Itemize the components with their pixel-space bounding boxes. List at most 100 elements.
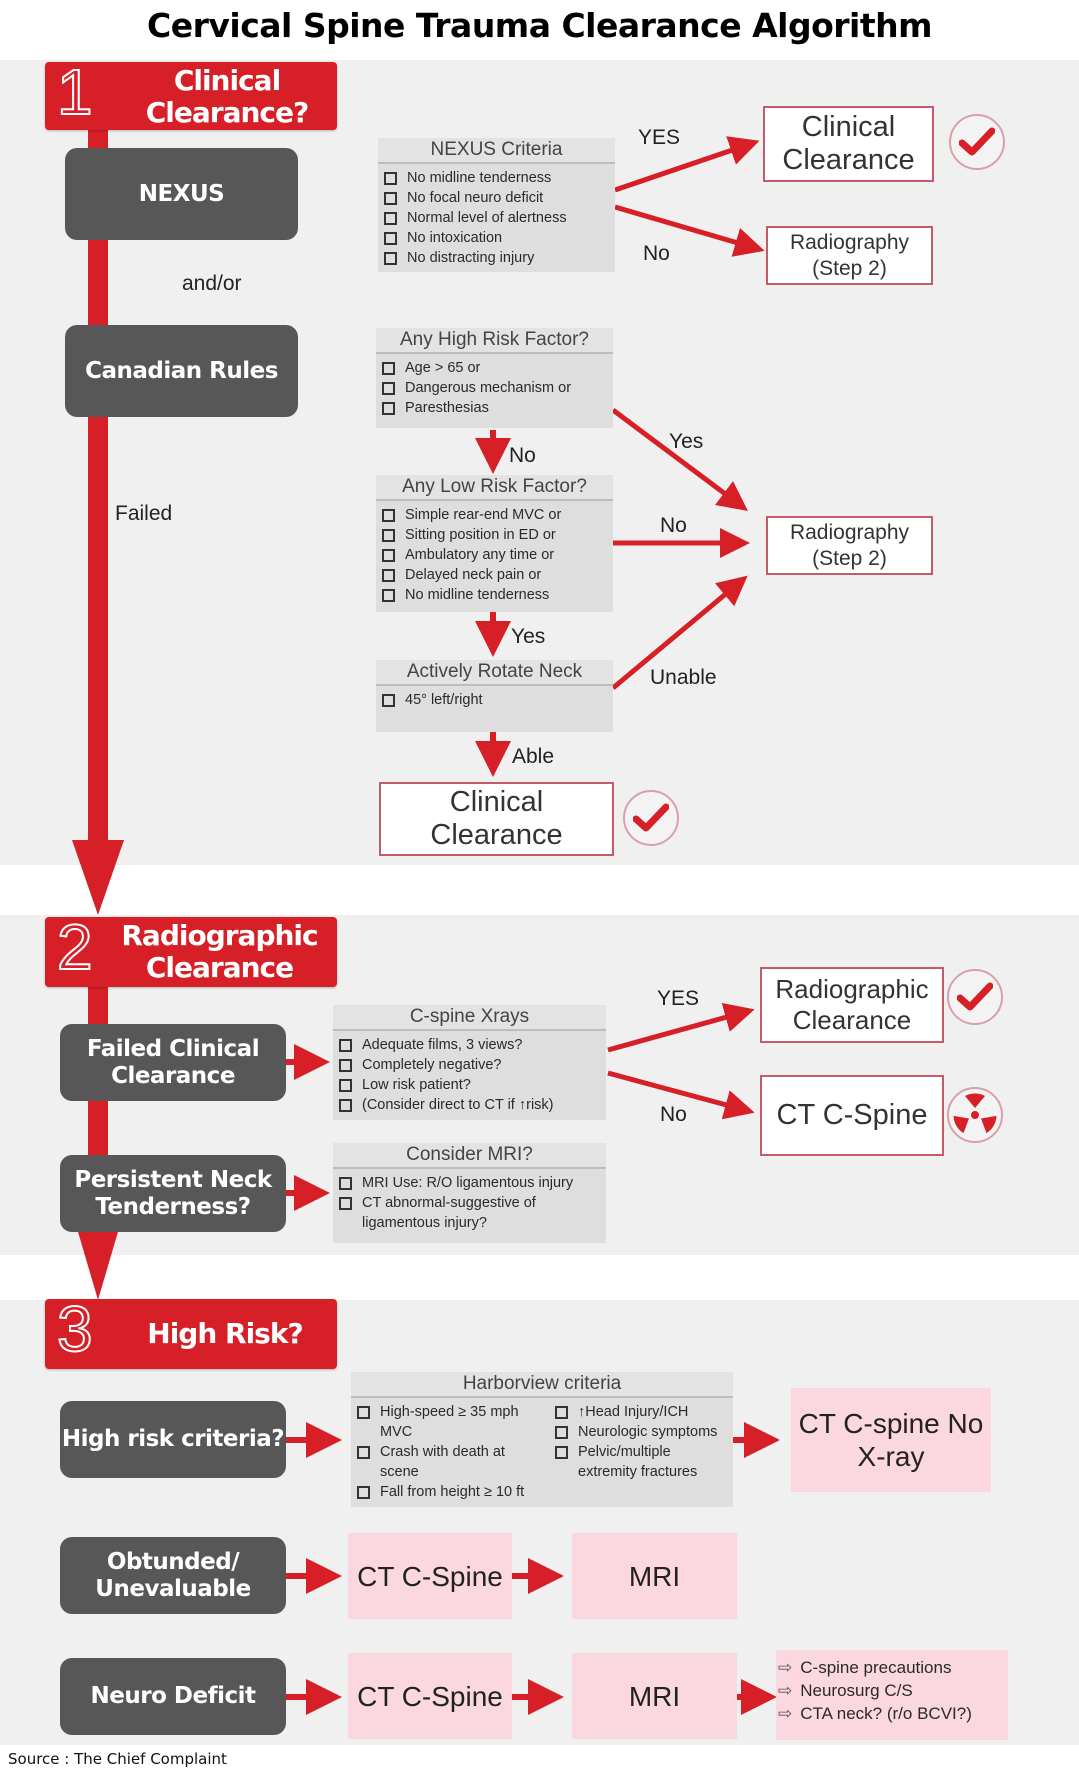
canadian-clinical-clearance-box: Clinical Clearance xyxy=(379,782,614,856)
next-step-item: ⇨ C-spine precautions xyxy=(778,1658,952,1677)
check-circle-icon xyxy=(947,969,1003,1025)
step2-number: 2 xyxy=(56,911,94,983)
rotate-unable-label: Unable xyxy=(650,666,717,689)
ct-cspine-box: CT C-Spine xyxy=(760,1075,944,1156)
next-step-item: ⇨ CTA neck? (r/o BCVI?) xyxy=(778,1704,972,1723)
rotate-neck-title: Actively Rotate Neck xyxy=(376,660,613,686)
criteria-item: MRI Use: R/O ligamentous injury xyxy=(337,1173,606,1193)
diagram-title: Cervical Spine Trauma Clearance Algorith… xyxy=(147,6,933,45)
criteria-item: No distracting injury xyxy=(382,248,615,268)
checkbox-icon[interactable] xyxy=(384,212,397,225)
nexus-radiography-box: Radiography (Step 2) xyxy=(766,226,933,285)
and-or-label: and/or xyxy=(182,272,242,295)
checkbox-icon[interactable] xyxy=(382,589,395,602)
source-caption: Source : The Chief Complaint xyxy=(8,1750,227,1768)
criteria-item: CT abnormal-suggestive of ligamentous in… xyxy=(337,1193,572,1233)
checkbox-icon[interactable] xyxy=(357,1446,370,1459)
criteria-item: Fall from height ≥ 10 ft xyxy=(355,1482,570,1502)
checkbox-icon[interactable] xyxy=(339,1059,352,1072)
criteria-item: Low risk patient? xyxy=(337,1075,606,1095)
checkbox-icon[interactable] xyxy=(382,382,395,395)
low-risk-yes-label: Yes xyxy=(511,625,546,648)
criteria-item: No midline tenderness xyxy=(382,168,615,188)
checkbox-icon[interactable] xyxy=(339,1039,352,1052)
nexus-clinical-clearance-box: Clinical Clearance xyxy=(763,106,934,182)
nexus-criteria-list: No midline tenderness No focal neuro def… xyxy=(378,164,615,268)
high-risk-factor-box: Any High Risk Factor? Age > 65 or Danger… xyxy=(376,328,613,428)
radiographic-clearance-box: Radiographic Clearance xyxy=(760,967,944,1043)
nexus-criteria-title: NEXUS Criteria xyxy=(378,138,615,164)
high-risk-no-label: No xyxy=(509,444,536,467)
criteria-item: Normal level of alertness xyxy=(382,208,615,228)
checkbox-icon[interactable] xyxy=(382,509,395,522)
checkbox-icon[interactable] xyxy=(339,1177,352,1190)
checkbox-icon[interactable] xyxy=(384,252,397,265)
xray-yes-label: YES xyxy=(657,987,700,1010)
criteria-item: (Consider direct to CT if ↑risk) xyxy=(337,1095,606,1115)
low-risk-factor-box: Any Low Risk Factor? Simple rear-end MVC… xyxy=(376,475,613,612)
checkbox-icon[interactable] xyxy=(382,569,395,582)
step1-header: 1 Clinical Clearance? xyxy=(45,56,337,130)
criteria-item: Completely negative? xyxy=(337,1055,606,1075)
criteria-item: Adequate films, 3 views? xyxy=(337,1035,606,1055)
criteria-item: 45° left/right xyxy=(380,690,613,710)
criteria-item: Crash with death at scene xyxy=(355,1442,530,1482)
step3-label: High Risk? xyxy=(147,1317,303,1350)
arrow-right-icon: ⇨ xyxy=(778,1681,793,1700)
cspine-xrays-title: C-spine Xrays xyxy=(333,1005,606,1031)
checkbox-icon[interactable] xyxy=(384,232,397,245)
neuro-ct-cspine-box: CT C-Spine xyxy=(348,1653,512,1739)
criteria-item: No focal neuro deficit xyxy=(382,188,615,208)
checkbox-icon[interactable] xyxy=(555,1426,568,1439)
consider-mri-list: MRI Use: R/O ligamentous injury CT abnor… xyxy=(333,1169,606,1233)
next-step-item: ⇨ Neurosurg C/S xyxy=(778,1681,913,1700)
failed-clinical-clearance-box: Failed Clinical Clearance xyxy=(60,1024,286,1101)
checkbox-icon[interactable] xyxy=(382,362,395,375)
checkbox-icon[interactable] xyxy=(555,1406,568,1419)
arrow-right-icon: ⇨ xyxy=(778,1704,793,1723)
xray-no-label: No xyxy=(660,1103,687,1126)
checkbox-icon[interactable] xyxy=(357,1406,370,1419)
harborview-criteria-title: Harborview criteria xyxy=(351,1372,733,1398)
check-circle-icon xyxy=(949,114,1005,170)
ct-cspine-no-xray-box: CT C-spine No X-ray xyxy=(791,1388,991,1492)
step2-header: 2 Radiographic Clearance xyxy=(45,911,337,987)
radiation-icon xyxy=(947,1087,1003,1143)
checkbox-icon[interactable] xyxy=(384,172,397,185)
harborview-criteria-box: Harborview criteria High-speed ≥ 35 mph … xyxy=(351,1372,733,1507)
high-risk-yes-label: Yes xyxy=(669,430,704,453)
nexus-box: NEXUS xyxy=(65,148,298,240)
low-risk-no-label: No xyxy=(660,514,687,537)
neuro-next-steps-list: ⇨ C-spine precautions ⇨ Neurosurg C/S ⇨ CTA… xyxy=(776,1650,1008,1725)
checkbox-icon[interactable] xyxy=(384,192,397,205)
persistent-neck-tenderness-box: Persistent Neck Tenderness? xyxy=(60,1155,286,1232)
check-circle-icon xyxy=(623,790,679,846)
criteria-item: Age > 65 or xyxy=(380,358,613,378)
checkbox-icon[interactable] xyxy=(382,402,395,415)
high-risk-factor-title: Any High Risk Factor? xyxy=(376,328,613,354)
criteria-item: Delayed neck pain or xyxy=(380,565,613,585)
checkbox-icon[interactable] xyxy=(382,694,395,707)
checkbox-icon[interactable] xyxy=(382,529,395,542)
checkbox-icon[interactable] xyxy=(339,1197,352,1210)
criteria-item: No midline tenderness xyxy=(380,585,613,605)
criteria-item: Pelvic/multiple extremity fractures xyxy=(553,1442,728,1482)
checkbox-icon[interactable] xyxy=(382,549,395,562)
step3-header: 3 High Risk? xyxy=(45,1296,337,1369)
canadian-rules-box: Canadian Rules xyxy=(65,325,298,417)
obtunded-mri-box: MRI xyxy=(572,1533,737,1619)
checkbox-icon[interactable] xyxy=(339,1099,352,1112)
nexus-yes-label: YES xyxy=(638,126,681,149)
checkbox-icon[interactable] xyxy=(339,1079,352,1092)
checkbox-icon[interactable] xyxy=(555,1446,568,1459)
step1-number: 1 xyxy=(56,56,94,128)
high-risk-factor-list: Age > 65 or Dangerous mechanism or Pares… xyxy=(376,354,613,418)
nexus-no-label: No xyxy=(643,242,670,265)
neuro-next-steps-box: ⇨ C-spine precautions ⇨ Neurosurg C/S ⇨ CTA… xyxy=(776,1650,1008,1740)
checkbox-icon[interactable] xyxy=(357,1486,370,1499)
harborview-left-list: High-speed ≥ 35 mph MVC Crash with death… xyxy=(351,1398,555,1502)
criteria-item: Paresthesias xyxy=(380,398,613,418)
obtunded-ct-cspine-box: CT C-Spine xyxy=(348,1533,512,1619)
rotate-neck-box: Actively Rotate Neck 45° left/right xyxy=(376,660,613,732)
rotate-able-label: Able xyxy=(512,745,555,768)
